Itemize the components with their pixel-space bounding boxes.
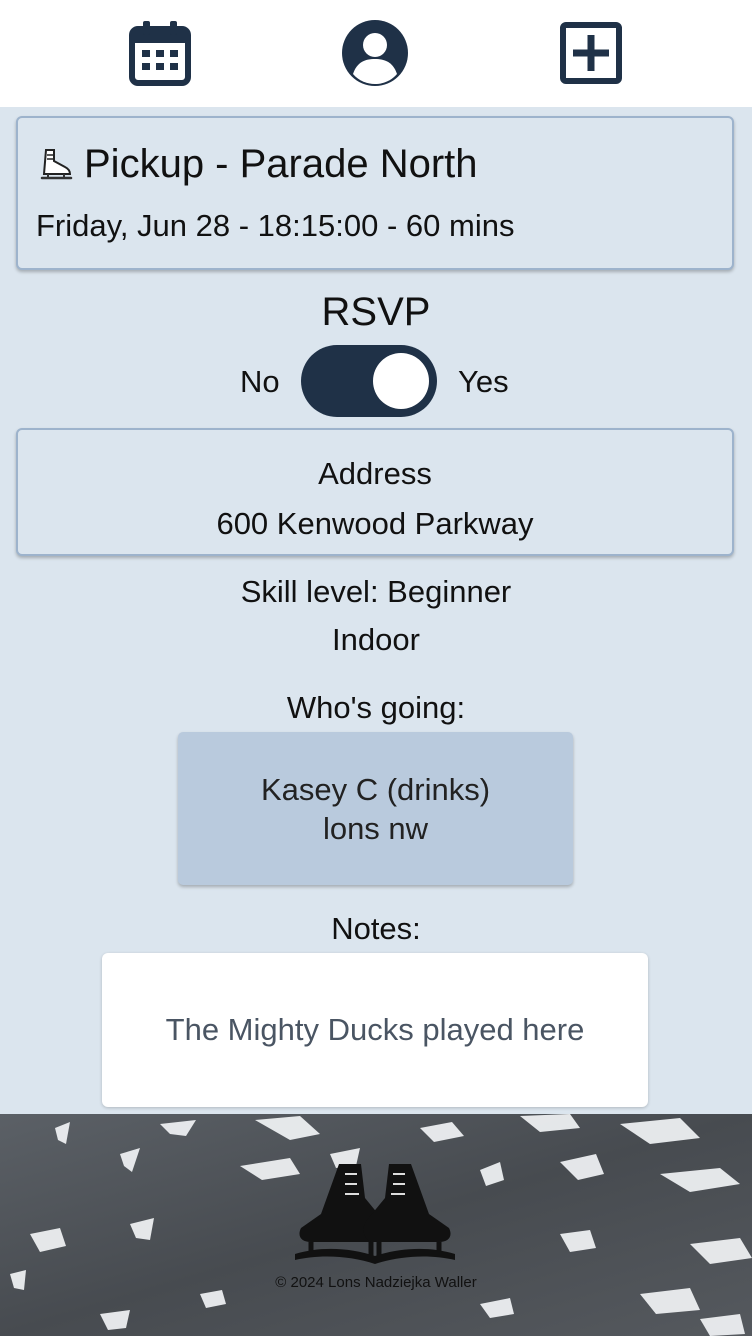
rsvp-toggle-row: No Yes xyxy=(0,344,752,418)
toggle-knob xyxy=(373,353,429,409)
event-title: Pickup - Parade North xyxy=(84,142,478,186)
rsvp-no-label: No xyxy=(240,364,280,399)
top-navbar xyxy=(0,0,752,107)
attendees-heading: Who's going: xyxy=(286,690,466,725)
notes-heading: Notes: xyxy=(331,911,421,946)
rsvp-heading: RSVP xyxy=(321,290,431,334)
venue-setting: Indoor xyxy=(332,622,420,657)
user-circle-icon xyxy=(342,20,408,86)
event-title-row: Pickup - Parade North xyxy=(38,142,478,187)
hockey-skates-logo xyxy=(295,1164,455,1264)
event-header-card: Pickup - Parade North Friday, Jun 28 - 1… xyxy=(16,116,734,270)
plus-square-icon xyxy=(560,22,622,84)
copyright-text: © 2024 Lons Nadziejka Waller xyxy=(275,1274,477,1291)
attendees-box: Kasey C (drinks) lons nw xyxy=(178,732,573,885)
attendee-item: lons nw xyxy=(322,811,429,846)
rsvp-toggle[interactable] xyxy=(301,345,437,417)
notes-box: The Mighty Ducks played here xyxy=(102,953,648,1107)
add-event-nav-button[interactable] xyxy=(556,18,626,88)
calendar-nav-button[interactable] xyxy=(125,18,195,88)
attendee-list: Kasey C (drinks) lons nw xyxy=(178,770,573,848)
profile-nav-button[interactable] xyxy=(340,18,410,88)
footer: © 2024 Lons Nadziejka Waller xyxy=(0,1114,752,1336)
skill-level: Skill level: Beginner xyxy=(240,574,512,609)
attendee-item: Kasey C (drinks) xyxy=(260,772,491,807)
event-datetime: Friday, Jun 28 - 18:15:00 - 60 mins xyxy=(36,208,515,243)
address-card: Address 600 Kenwood Parkway xyxy=(16,428,734,556)
address-label: Address xyxy=(318,456,432,491)
address-value: 600 Kenwood Parkway xyxy=(216,506,534,541)
calendar-icon xyxy=(129,21,191,86)
ice-skate-icon xyxy=(40,148,73,179)
notes-text: The Mighty Ducks played here xyxy=(165,1012,585,1047)
rsvp-yes-label: Yes xyxy=(458,364,509,399)
